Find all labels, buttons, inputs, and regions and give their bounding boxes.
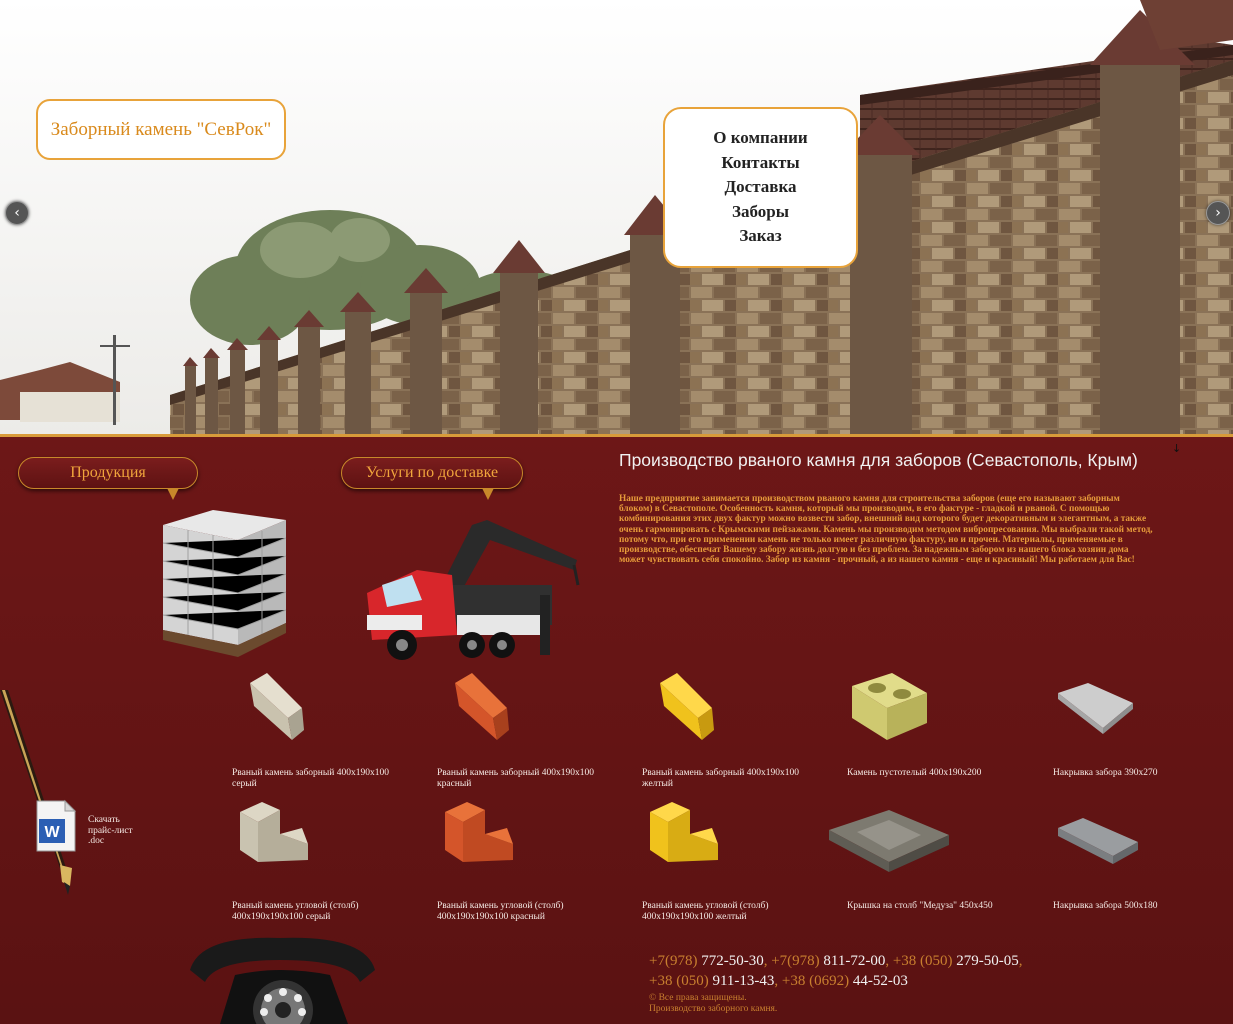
scroll-mark: ↓: [1172, 442, 1182, 455]
product-card[interactable]: Рваный камень заборный 400х190х100 красн…: [437, 668, 617, 789]
products-button[interactable]: Продукция: [18, 457, 198, 500]
logo-text: Заборный камень "СевРок": [50, 118, 272, 140]
crane-truck-image[interactable]: [362, 515, 584, 663]
product-card[interactable]: Рваный камень угловой (столб) 400х190х19…: [232, 800, 412, 922]
phone-list: +7(978) 772-50-30, +7(978) 811-72-00, +3…: [649, 953, 1023, 989]
nav-link-order[interactable]: Заказ: [739, 224, 781, 248]
product-card[interactable]: Рваный камень угловой (столб) 400х190х19…: [437, 800, 617, 922]
pillar-cap-image: [829, 810, 949, 872]
phone-number[interactable]: 44-52-03: [853, 973, 908, 989]
product-card[interactable]: Камень пустотелый 400х190х200: [847, 668, 1027, 778]
red-block-image: [455, 673, 509, 740]
phone-number[interactable]: 811-72-00: [823, 953, 885, 969]
yellow-corner-block-image: [650, 802, 718, 862]
phone-code: +7(978): [771, 953, 820, 969]
product-caption: Рваный камень заборный 400х190х100 красн…: [437, 768, 594, 789]
product-card[interactable]: Крышка на столб "Медуза" 450х450: [827, 800, 1007, 911]
svg-text:W: W: [44, 824, 60, 841]
product-card[interactable]: Накрывка забора 500х180: [1053, 800, 1233, 911]
nav-link-contacts[interactable]: Контакты: [721, 151, 799, 175]
slider-next-button[interactable]: ›: [1206, 201, 1230, 225]
price-list-link[interactable]: Скачать прайс-лист .doc: [88, 815, 148, 847]
phone-number[interactable]: 911-13-43: [712, 973, 774, 989]
delivery-button-label: Услуги по доставке: [365, 464, 499, 481]
phone-number[interactable]: 279-50-05: [956, 953, 1019, 969]
fence-photo: [0, 0, 1233, 436]
bubble-tail: [167, 488, 179, 500]
main-nav: О компании Контакты Доставка Заборы Зака…: [663, 107, 858, 268]
product-caption: Накрывка забора 500х180: [1053, 901, 1158, 911]
pen-decoration-icon: [0, 690, 72, 895]
slider-prev-button[interactable]: ‹: [5, 201, 29, 225]
product-caption: Камень пустотелый 400х190х200: [847, 768, 982, 778]
product-card[interactable]: Накрывка забора 390х270: [1053, 668, 1233, 778]
yellow-block-image: [660, 673, 714, 740]
phone-code: +38 (050): [892, 953, 953, 969]
word-doc-icon[interactable]: W: [35, 799, 77, 853]
red-corner-block-image: [445, 802, 513, 862]
page-title: Производство рваного камня для заборов (…: [619, 450, 1138, 470]
phone-code: +38 (0692): [781, 973, 850, 989]
site-logo[interactable]: Заборный камень "СевРок": [36, 99, 286, 160]
products-button-label: Продукция: [70, 464, 146, 481]
hollow-block-image: [852, 673, 927, 740]
product-caption: Рваный камень угловой (столб) 400х190х19…: [437, 901, 564, 922]
nav-link-fences[interactable]: Заборы: [732, 200, 789, 224]
bubble-tail: [482, 488, 494, 500]
product-caption: Крышка на столб "Медуза" 450х450: [847, 901, 993, 911]
hero-banner: ‹ › Заборный камень "СевРок" О компании …: [0, 0, 1233, 436]
product-card[interactable]: Рваный камень заборный 400х190х100 серый: [232, 668, 412, 789]
product-caption: Накрывка забора 390х270: [1053, 768, 1158, 778]
phone-code: +38 (050): [649, 973, 709, 989]
phone-code: +7(978): [649, 953, 698, 969]
product-caption: Рваный камень угловой (столб) 400х190х19…: [642, 901, 769, 922]
gray-corner-block-image: [240, 802, 308, 862]
nav-link-delivery[interactable]: Доставка: [724, 175, 796, 199]
gray-block-image: [250, 673, 304, 740]
cover-slab-image: [1058, 683, 1133, 734]
copyright: © Все права защищены. Производство забор…: [649, 993, 777, 1014]
cover-slab-image: [1058, 818, 1138, 864]
product-card[interactable]: Рваный камень заборный 400х190х100 желты…: [642, 668, 822, 789]
copyright-line: © Все права защищены.: [649, 993, 747, 1003]
delivery-button[interactable]: Услуги по доставке: [341, 457, 523, 500]
product-caption: Рваный камень угловой (столб) 400х190х19…: [232, 901, 359, 922]
product-card[interactable]: Рваный камень угловой (столб) 400х190х19…: [642, 800, 822, 922]
product-caption: Рваный камень заборный 400х190х100 желты…: [642, 768, 799, 789]
intro-paragraph: Наше предприятие занимается производство…: [619, 494, 1153, 566]
copyright-line: Производство заборного камня.: [649, 1003, 778, 1014]
nav-link-about[interactable]: О компании: [713, 126, 807, 150]
phone-number[interactable]: 772-50-30: [701, 953, 764, 969]
telephone-decoration-icon: [190, 937, 375, 1024]
product-caption: Рваный камень заборный 400х190х100 серый: [232, 768, 389, 789]
pallet-blocks-image[interactable]: [158, 505, 290, 660]
